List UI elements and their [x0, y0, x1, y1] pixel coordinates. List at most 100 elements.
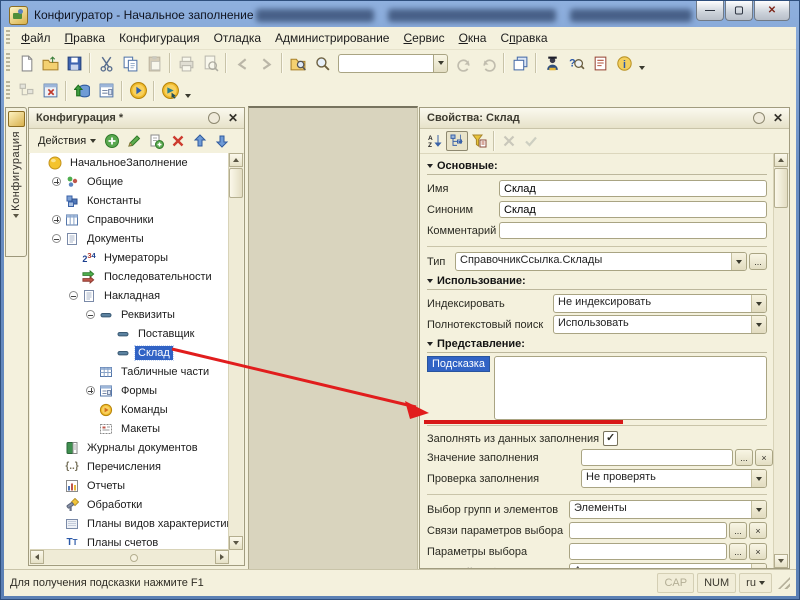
tree-item-root[interactable]: НачальноеЗаполнение	[30, 153, 229, 172]
dropdown-icon[interactable]	[751, 316, 766, 333]
tree-item-postavschik[interactable]: Поставщик	[30, 324, 229, 343]
fulltext-combobox[interactable]: Использовать	[553, 315, 767, 334]
open-icon[interactable]	[38, 52, 62, 74]
cancel-edit-icon[interactable]	[498, 131, 520, 151]
add-item-icon[interactable]	[101, 131, 123, 151]
scroll-up-icon[interactable]	[229, 153, 243, 167]
group-choice-combobox[interactable]: Элементы	[569, 500, 767, 519]
section-main[interactable]: Основные:	[427, 157, 767, 175]
section-presentation[interactable]: Представление:	[427, 335, 767, 353]
scroll-down-icon[interactable]	[229, 536, 243, 550]
section-usage[interactable]: Использование:	[427, 272, 767, 290]
scroll-up-icon[interactable]	[774, 153, 788, 167]
choice-links-ellipsis-button[interactable]: ...	[729, 522, 747, 539]
tree-item-constants[interactable]: Константы	[30, 191, 229, 210]
move-down-icon[interactable]	[211, 131, 233, 151]
menu-administration[interactable]: Администрирование	[268, 27, 396, 49]
scroll-left-icon[interactable]	[30, 550, 44, 564]
tree-item-obrabotki[interactable]: Обработки	[30, 495, 229, 514]
dropdown-icon[interactable]	[751, 501, 766, 518]
find-in-files-icon[interactable]	[286, 52, 310, 74]
fill-from-data-checkbox[interactable]: ✓	[603, 431, 618, 446]
scroll-right-icon[interactable]	[215, 550, 229, 564]
open-form-icon[interactable]	[94, 80, 118, 102]
dropdown-icon[interactable]	[731, 253, 746, 270]
save-icon[interactable]	[62, 52, 86, 74]
dropdown-icon[interactable]	[751, 564, 766, 568]
new-document-icon[interactable]	[14, 52, 38, 74]
sort-alphabetical-icon[interactable]: AZ	[424, 131, 446, 151]
resize-grip[interactable]	[778, 577, 790, 589]
tree-item-nakladnaya[interactable]: Накладная	[30, 286, 229, 305]
update-database-configuration-icon[interactable]	[70, 80, 94, 102]
menu-debug[interactable]: Отладка	[207, 27, 268, 49]
close-panel-icon[interactable]: ✕	[226, 112, 240, 124]
expand-icon[interactable]	[52, 177, 61, 186]
module-document-icon[interactable]	[588, 52, 612, 74]
actions-menu-button[interactable]: Действия	[33, 133, 101, 149]
tree-item-rekvizity[interactable]: Реквизиты	[30, 305, 229, 324]
info-icon[interactable]: i	[612, 52, 636, 74]
pin-icon[interactable]	[753, 112, 765, 124]
close-window-icon[interactable]	[38, 80, 62, 102]
choice-links-clear-button[interactable]: ×	[749, 522, 767, 539]
tree-item-formy[interactable]: Формы	[30, 381, 229, 400]
expand-icon[interactable]	[52, 215, 61, 224]
tree-item-perechisleniya[interactable]: {..}Перечисления	[30, 457, 229, 476]
tree-item-common[interactable]: Общие	[30, 172, 229, 191]
close-button[interactable]: ✕	[754, 1, 790, 21]
debug-dropdown-icon[interactable]	[182, 80, 194, 102]
choice-params-clear-button[interactable]: ×	[749, 543, 767, 560]
tree-horizontal-scrollbar[interactable]	[30, 549, 229, 564]
fill-value-ellipsis-button[interactable]: ...	[735, 449, 753, 466]
fill-check-combobox[interactable]: Не проверять	[581, 469, 767, 488]
syntax-assistant-icon[interactable]	[540, 52, 564, 74]
synonym-input[interactable]	[499, 201, 767, 218]
undo-circular-icon[interactable]	[452, 52, 476, 74]
fill-value-clear-button[interactable]: ×	[755, 449, 773, 466]
print-icon[interactable]	[174, 52, 198, 74]
windows-cascade-icon[interactable]	[508, 52, 532, 74]
delete-item-icon[interactable]	[167, 131, 189, 151]
zoom-magnifier-icon[interactable]	[310, 52, 334, 74]
indexing-combobox[interactable]: Не индексировать	[553, 294, 767, 313]
menu-service[interactable]: Сервис	[396, 27, 451, 49]
name-input[interactable]	[499, 180, 767, 197]
configuration-panel-header[interactable]: Конфигурация * ✕	[29, 108, 244, 129]
menu-windows[interactable]: Окна	[452, 27, 494, 49]
search-input[interactable]	[338, 54, 433, 73]
add-copy-item-icon[interactable]	[145, 131, 167, 151]
toolbar-grip[interactable]	[6, 53, 10, 73]
menu-file[interactable]: Файл	[14, 27, 58, 49]
scroll-thumb[interactable]	[774, 168, 788, 208]
paste-icon[interactable]	[142, 52, 166, 74]
configuration-tree-icon[interactable]	[14, 80, 38, 102]
type-combobox[interactable]: СправочникСсылка.Склады	[455, 252, 747, 271]
apply-edit-icon[interactable]	[520, 131, 542, 151]
tree-item-makety[interactable]: Макеты	[30, 419, 229, 438]
dock-tab-configuration[interactable]: Конфигурация	[5, 107, 27, 257]
minimize-button[interactable]: —	[696, 1, 724, 21]
tree-item-otchety[interactable]: Отчеты	[30, 476, 229, 495]
tooltip-textarea[interactable]	[494, 356, 767, 420]
scroll-grip[interactable]	[130, 554, 138, 562]
collapse-icon[interactable]	[52, 234, 61, 243]
show-categories-icon[interactable]	[446, 131, 468, 151]
choice-params-ellipsis-button[interactable]: ...	[729, 543, 747, 560]
dropdown-icon[interactable]	[751, 295, 766, 312]
collapse-icon[interactable]	[69, 291, 78, 300]
language-selector[interactable]: ru	[739, 573, 772, 593]
start-enterprise-icon[interactable]	[126, 80, 150, 102]
move-up-icon[interactable]	[189, 131, 211, 151]
tree-item-plany-schetov[interactable]: ТТПланы счетов	[30, 533, 229, 550]
toolbar-grip[interactable]	[6, 81, 10, 100]
quick-choice-combobox[interactable]: Авто	[569, 563, 767, 568]
tree-item-komandy[interactable]: Команды	[30, 400, 229, 419]
tree-item-catalogs[interactable]: Справочники	[30, 210, 229, 229]
pin-icon[interactable]	[208, 112, 220, 124]
comment-input[interactable]	[499, 222, 767, 239]
redo-circular-icon[interactable]	[476, 52, 500, 74]
tree-item-tablichnye-chasti[interactable]: Табличные части	[30, 362, 229, 381]
type-ellipsis-button[interactable]: ...	[749, 253, 767, 270]
choice-links-input[interactable]	[569, 522, 727, 539]
